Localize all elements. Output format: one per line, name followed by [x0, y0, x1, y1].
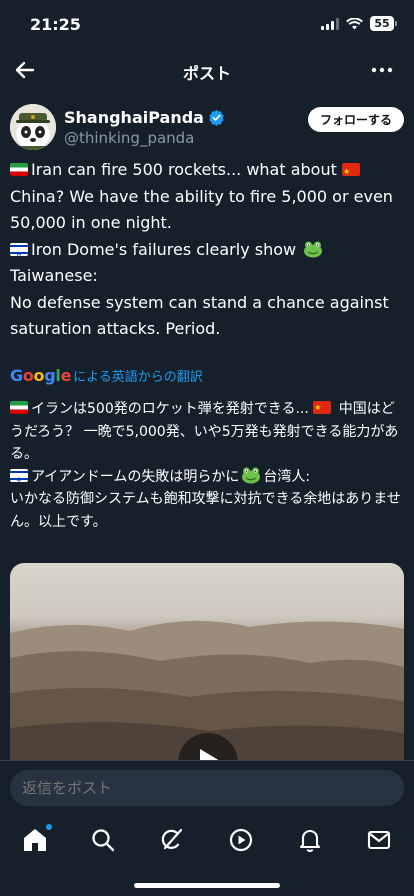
- tab-search[interactable]: [90, 827, 116, 853]
- status-time: 21:25: [30, 15, 81, 34]
- grok-icon: [161, 828, 183, 850]
- nav-bar: ポスト: [0, 48, 414, 92]
- video-icon: [229, 828, 253, 852]
- tweet-text: Iron Dome's failures clearly show: [31, 239, 297, 259]
- tweet-text: Iran can fire 500 rockets... what about: [31, 160, 337, 179]
- tab-home[interactable]: [22, 824, 52, 853]
- iran-flag-icon: [10, 401, 28, 414]
- status-bar: 21:25 55: [0, 0, 414, 48]
- search-icon: [92, 829, 115, 852]
- home-indicator: [134, 883, 280, 888]
- israel-flag-icon: [10, 242, 28, 256]
- tweet-text-japanese: イランは500発のロケット弾を発射できる... 中国はどうだろう？ 一晩で5,0…: [10, 398, 404, 533]
- tweet-paragraph-2: Iron Dome's failures clearly show Taiwan…: [10, 237, 404, 290]
- tweet-jp-paragraph-2: アイアンドームの失敗は明らかに 台湾人:: [10, 466, 404, 489]
- iran-flag-icon: [10, 163, 28, 176]
- signal-icon: [321, 17, 339, 30]
- tweet-text: イランは500発のロケット弾を発射できる...: [31, 401, 309, 417]
- verified-icon: [209, 109, 224, 126]
- bell-icon: [299, 829, 321, 852]
- china-flag-icon: [341, 163, 360, 176]
- more-icon[interactable]: [370, 60, 394, 80]
- tweet-paragraph-3: No defense system can stand a chance aga…: [10, 292, 389, 339]
- reply-input[interactable]: [10, 770, 404, 806]
- tweet-jp-paragraph-1: イランは500発のロケット弾を発射できる... 中国はどうだろう？ 一晩で5,0…: [10, 398, 404, 466]
- tweet-paragraph-1: Iran can fire 500 rockets... what about …: [10, 157, 404, 237]
- author-handle[interactable]: @thinking_panda: [64, 129, 194, 147]
- tweet-text: China? We have the ability to fire 5,000…: [10, 186, 393, 233]
- translation-label: による英語からの翻訳: [73, 370, 203, 385]
- mail-icon: [367, 830, 391, 850]
- notification-dot: [46, 824, 52, 830]
- tweet-text: Taiwanese:: [10, 266, 98, 285]
- tweet-text: アイアンドームの失敗は明らかに: [31, 468, 240, 485]
- china-flag-icon: [313, 401, 332, 414]
- tweet-jp-paragraph-3: いかなる防御システムも飽和攻撃に対抗できる余地はありません。以上です。: [10, 491, 401, 530]
- israel-flag-icon: [10, 468, 28, 482]
- tab-bar: [0, 819, 414, 859]
- author-row: ShanghaiPanda @thinking_panda フォローする: [10, 104, 404, 154]
- avatar[interactable]: [10, 104, 56, 150]
- tweet-text: 台湾人:: [263, 468, 311, 485]
- page-title: ポスト: [182, 64, 231, 83]
- frog-emoji-icon: [242, 467, 261, 483]
- video-media[interactable]: [10, 563, 404, 773]
- tab-video[interactable]: [228, 827, 254, 853]
- bottom-area: [0, 760, 414, 896]
- author-name[interactable]: ShanghaiPanda: [64, 108, 225, 127]
- battery-indicator: 55: [370, 16, 397, 31]
- wifi-icon: [346, 17, 363, 29]
- translation-link[interactable]: Google による英語からの翻訳: [10, 366, 203, 385]
- tab-notifications[interactable]: [297, 827, 323, 853]
- frog-emoji-icon: [304, 241, 323, 257]
- panda-avatar-icon: [10, 104, 56, 150]
- home-icon: [24, 829, 46, 851]
- google-logo: Google: [10, 366, 72, 385]
- status-icons: 55: [321, 16, 397, 31]
- tab-grok[interactable]: [159, 827, 185, 853]
- tweet-text-english: Iran can fire 500 rockets... what about …: [10, 157, 404, 343]
- follow-button[interactable]: フォローする: [307, 107, 404, 132]
- tab-messages[interactable]: [366, 827, 392, 853]
- author-name-text: ShanghaiPanda: [64, 108, 204, 127]
